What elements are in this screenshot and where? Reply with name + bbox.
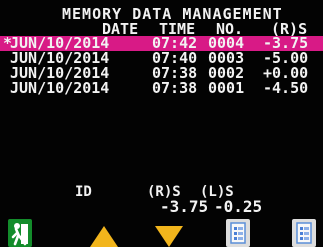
current-measurement-values: -3.75 -0.25 bbox=[0, 199, 323, 215]
scroll-up-button[interactable] bbox=[89, 225, 119, 247]
arrow-up-icon bbox=[90, 226, 118, 247]
document-list-button[interactable] bbox=[292, 219, 316, 247]
memory-data-table: * JUN/10/2014 07:42 0004 -3.75 JUN/10/20… bbox=[0, 36, 323, 96]
left-sphere-value: -0.25 bbox=[214, 197, 263, 216]
arrow-down-icon bbox=[155, 226, 183, 247]
value-cell: -4.50 bbox=[263, 79, 309, 97]
document-list-icon bbox=[230, 222, 246, 244]
number-cell: 0001 bbox=[208, 79, 245, 97]
table-row[interactable]: JUN/10/2014 07:38 0001 -4.50 bbox=[0, 81, 323, 96]
memory-data-management-screen: MEMORY DATA MANAGEMENT DATE TIME NO. (R)… bbox=[0, 0, 323, 247]
document-list-button[interactable] bbox=[226, 219, 250, 247]
time-cell: 07:38 bbox=[152, 79, 198, 97]
exit-icon bbox=[11, 223, 28, 246]
right-sphere-value: -3.75 bbox=[160, 197, 209, 216]
scroll-down-button[interactable] bbox=[154, 225, 184, 247]
softkey-bar bbox=[0, 219, 323, 247]
id-label: ID bbox=[75, 184, 92, 200]
document-list-icon bbox=[296, 222, 312, 244]
exit-button[interactable] bbox=[8, 219, 32, 247]
date-cell: JUN/10/2014 bbox=[10, 79, 110, 97]
